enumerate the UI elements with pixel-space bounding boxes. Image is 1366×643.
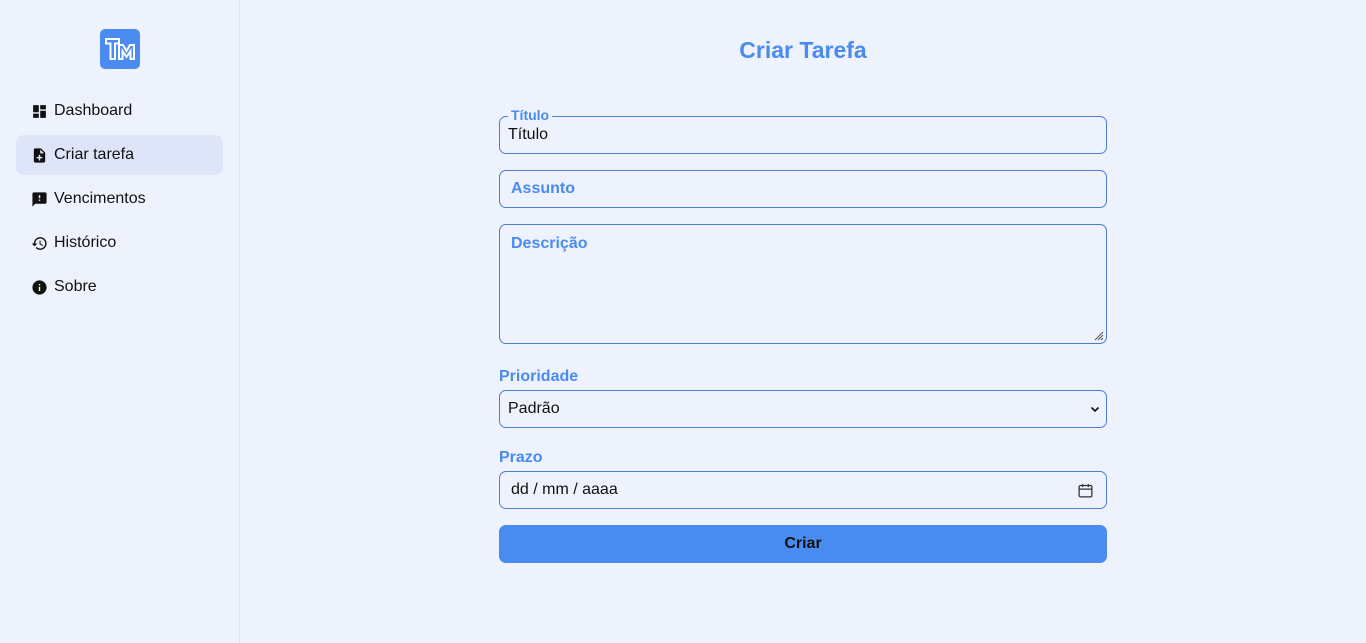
assunto-field-group: Assunto	[499, 170, 1107, 208]
tm-logo-icon	[105, 38, 135, 60]
titulo-input-value: Título	[508, 126, 549, 143]
calendar-icon[interactable]	[1077, 482, 1094, 499]
create-task-form: Título Título Assunto Descrição Priorida…	[499, 107, 1107, 563]
prazo-date-input[interactable]: dd / mm / aaaa	[499, 471, 1107, 509]
prioridade-field-group: Prioridade Padrão	[499, 367, 1107, 428]
titulo-label: Título	[508, 107, 553, 123]
sidebar: Dashboard Criar tarefa Vencimentos Histó…	[0, 0, 240, 643]
sidebar-item-vencimentos[interactable]: Vencimentos	[16, 179, 223, 219]
descricao-field-group: Descrição	[499, 224, 1107, 344]
titulo-field-group: Título Título	[499, 107, 1107, 154]
prioridade-label: Prioridade	[499, 368, 579, 385]
alert-message-icon	[31, 191, 48, 208]
assunto-placeholder: Assunto	[511, 180, 575, 197]
sidebar-item-historico[interactable]: Histórico	[16, 223, 223, 263]
prazo-placeholder: dd / mm / aaaa	[511, 481, 618, 498]
chevron-down-icon	[1090, 406, 1100, 413]
prazo-label: Prazo	[499, 449, 543, 466]
sidebar-item-label: Criar tarefa	[54, 146, 135, 163]
sidebar-item-label: Histórico	[54, 234, 117, 251]
sidebar-item-dashboard[interactable]: Dashboard	[16, 91, 223, 131]
titulo-input[interactable]: Título	[499, 116, 1107, 154]
sidebar-item-sobre[interactable]: Sobre	[16, 267, 223, 307]
descricao-textarea[interactable]: Descrição	[499, 224, 1107, 344]
sidebar-item-label: Sobre	[54, 278, 97, 295]
assunto-input[interactable]: Assunto	[499, 170, 1107, 208]
criar-button[interactable]: Criar	[499, 525, 1107, 563]
page-title: Criar Tarefa	[739, 37, 867, 63]
descricao-placeholder: Descrição	[511, 235, 588, 252]
resize-grip-icon[interactable]	[1092, 329, 1104, 341]
prioridade-selected-value: Padrão	[508, 400, 560, 417]
add-document-icon	[31, 147, 48, 164]
sidebar-item-label: Dashboard	[54, 102, 133, 119]
dashboard-icon	[31, 103, 48, 120]
prazo-field-group: Prazo dd / mm / aaaa	[499, 448, 1107, 509]
app-logo[interactable]	[100, 29, 140, 69]
app-root: Dashboard Criar tarefa Vencimentos Histó…	[0, 0, 1366, 643]
main-content: Criar Tarefa Título Título Assunto Descr…	[240, 0, 1366, 643]
sidebar-item-criar-tarefa[interactable]: Criar tarefa	[16, 135, 223, 175]
prioridade-select[interactable]: Padrão	[499, 390, 1107, 428]
history-icon	[31, 235, 48, 252]
info-icon	[31, 279, 48, 296]
sidebar-item-label: Vencimentos	[54, 190, 146, 207]
sidebar-nav: Dashboard Criar tarefa Vencimentos Histó…	[16, 91, 223, 311]
